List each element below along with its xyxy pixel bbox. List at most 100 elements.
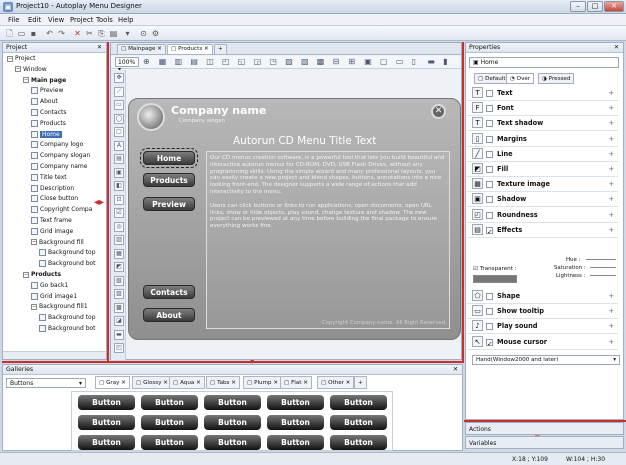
object-tool-icon[interactable]: ◰ — [114, 343, 124, 353]
tree-item[interactable]: Grid image — [31, 227, 73, 236]
cut-icon[interactable]: ✂ — [84, 28, 95, 39]
splitter-right[interactable] — [462, 42, 464, 362]
gallery-button-sample[interactable]: Button — [330, 395, 387, 410]
build-icon[interactable]: ▾ — [122, 28, 133, 39]
tree-item[interactable]: Title text — [31, 173, 67, 182]
company-slogan[interactable]: Company slogan — [179, 118, 225, 124]
gallery-button-sample[interactable]: Button — [330, 435, 387, 450]
maximize-button[interactable]: □ — [587, 1, 603, 12]
color-picker[interactable] — [473, 275, 517, 283]
property-row[interactable]: ▤ ✓ Effects + — [467, 223, 618, 238]
tab-mainpage[interactable]: ▢ Mainpage ✕ — [117, 44, 166, 54]
tree-item[interactable]: Home — [31, 130, 62, 139]
about-button[interactable]: About — [143, 308, 195, 322]
gallery-tab[interactable]: ▢ Tabs ✕ — [206, 376, 240, 389]
saturation-slider[interactable] — [590, 267, 616, 268]
tree-item[interactable]: Background top — [39, 314, 96, 322]
gallery-tab[interactable]: ▢ Other ✕ — [317, 376, 355, 389]
menu-tools[interactable]: Tools — [96, 16, 113, 24]
property-row[interactable]: ⬠ Shape + — [467, 289, 618, 304]
object-tool-icon[interactable]: ⟋ — [114, 86, 124, 97]
settings-icon[interactable]: ⚙ — [150, 28, 161, 39]
tree-item[interactable]: Grid image1 — [31, 292, 77, 301]
object-tool-icon[interactable]: ▨ — [114, 289, 124, 299]
copy-icon[interactable]: ⎘ — [96, 28, 107, 39]
object-tool-icon[interactable]: ◪ — [114, 316, 124, 326]
layout-tool-icon[interactable]: ◳ — [269, 57, 277, 66]
tree-item[interactable]: About — [31, 98, 58, 106]
property-row[interactable]: F Font + — [467, 101, 618, 117]
object-tool-icon[interactable]: ◯ — [114, 113, 124, 124]
tree-item[interactable]: Background top — [39, 249, 96, 257]
project-panel-close-icon[interactable]: ✕ — [97, 44, 102, 51]
company-name[interactable]: Company name — [171, 104, 266, 117]
preview-button[interactable]: Preview — [143, 197, 195, 211]
gallery-button-sample[interactable]: Button — [267, 435, 324, 450]
property-row[interactable]: ↖ ✓ Mouse cursor + — [467, 335, 618, 350]
property-row[interactable]: ▣ Shadow + — [467, 192, 618, 208]
tree-item[interactable]: − Main page — [23, 77, 66, 85]
layout-tool-icon[interactable]: ▨ — [285, 57, 293, 66]
property-row[interactable]: ♪ Play sound + — [467, 319, 618, 335]
layout-tool-icon[interactable]: ▧ — [301, 57, 309, 66]
tree-item[interactable]: − Products — [23, 271, 61, 279]
properties-close-icon[interactable]: ✕ — [614, 44, 619, 51]
property-checkbox[interactable] — [486, 166, 493, 173]
gallery-button-sample[interactable]: Button — [78, 435, 135, 450]
gallery-tab[interactable]: ▢ Flat ✕ — [280, 376, 312, 389]
expand-icon[interactable]: + — [608, 150, 614, 158]
property-row[interactable]: ▭ Show tooltip + — [467, 304, 618, 320]
expand-icon[interactable]: + — [608, 226, 614, 234]
tree-item[interactable]: Copyright Compa — [31, 206, 92, 214]
layout-tool-icon[interactable]: ▣ — [364, 57, 372, 66]
object-tool-icon[interactable]: ◎ — [114, 221, 124, 232]
open-icon[interactable]: ▭ — [16, 28, 27, 39]
add-gallery-tab-button[interactable]: + — [354, 376, 367, 389]
object-tool-icon[interactable]: ▥ — [114, 235, 124, 245]
object-tool-icon[interactable]: ▩ — [114, 302, 124, 313]
property-row[interactable]: ◰ Roundness + — [467, 208, 618, 223]
expand-icon[interactable]: + — [608, 89, 614, 97]
gallery-tab[interactable]: ▢ Glossy ✕ — [132, 376, 172, 389]
property-checkbox[interactable] — [486, 293, 493, 300]
undo-icon[interactable]: ↶ — [44, 28, 55, 39]
contacts-button[interactable]: Contacts — [143, 285, 195, 299]
splitter-bottom[interactable] — [2, 361, 464, 363]
tree-item[interactable]: Company name — [31, 163, 87, 171]
transparent-option[interactable]: ☑ Transparent : — [473, 266, 517, 272]
gallery-button-sample[interactable]: Button — [141, 395, 198, 410]
property-row[interactable]: T Text shadow + — [467, 116, 618, 132]
layout-tool-icon[interactable]: ▮ — [443, 57, 447, 66]
new-icon[interactable]: 🗋 — [4, 28, 15, 39]
property-checkbox[interactable]: ✓ — [486, 338, 493, 348]
gallery-button-sample[interactable]: Button — [78, 395, 135, 410]
text-frame[interactable]: Our CD menus creation software, is a pow… — [206, 151, 450, 329]
gallery-tab[interactable]: ▢ Gray ✕ — [95, 376, 130, 389]
layout-tool-icon[interactable]: ◰ — [222, 57, 230, 66]
gallery-button-sample[interactable]: Button — [141, 435, 198, 450]
menu-edit[interactable]: Edit — [28, 16, 41, 24]
tree-item[interactable]: Text frame — [31, 217, 72, 225]
gallery-button-sample[interactable]: Button — [204, 415, 261, 430]
layout-tool-icon[interactable]: ▦ — [159, 57, 167, 66]
tree-item[interactable]: Company logo — [31, 141, 83, 149]
gallery-category-select[interactable]: Buttons ▾ — [6, 378, 86, 388]
products-button[interactable]: Products — [143, 173, 195, 187]
tab-products[interactable]: ▢ Products ✕ — [167, 44, 213, 54]
layout-tool-icon[interactable]: ◱ — [238, 57, 246, 66]
property-checkbox[interactable] — [486, 135, 493, 143]
object-tool-icon[interactable]: A — [114, 140, 124, 151]
close-button[interactable]: ✕ — [604, 1, 624, 12]
layout-tool-icon[interactable]: ▤ — [190, 57, 198, 66]
gallery-button-sample[interactable]: Button — [204, 395, 261, 410]
menu-help[interactable]: Help — [118, 16, 134, 24]
object-tool-icon[interactable]: ⊡ — [114, 194, 124, 205]
state-tab-default[interactable]: ▢ Default — [474, 73, 510, 84]
paste-icon[interactable]: ▤ — [108, 28, 119, 39]
layout-tool-icon[interactable]: ⊕ — [143, 57, 150, 66]
tree-item[interactable]: − Background fill — [31, 239, 84, 247]
object-tool-icon[interactable]: ▤ — [114, 154, 124, 164]
object-tool-icon[interactable]: ▬ — [114, 329, 124, 340]
property-checkbox[interactable] — [486, 90, 493, 97]
expand-icon[interactable]: + — [608, 165, 614, 173]
